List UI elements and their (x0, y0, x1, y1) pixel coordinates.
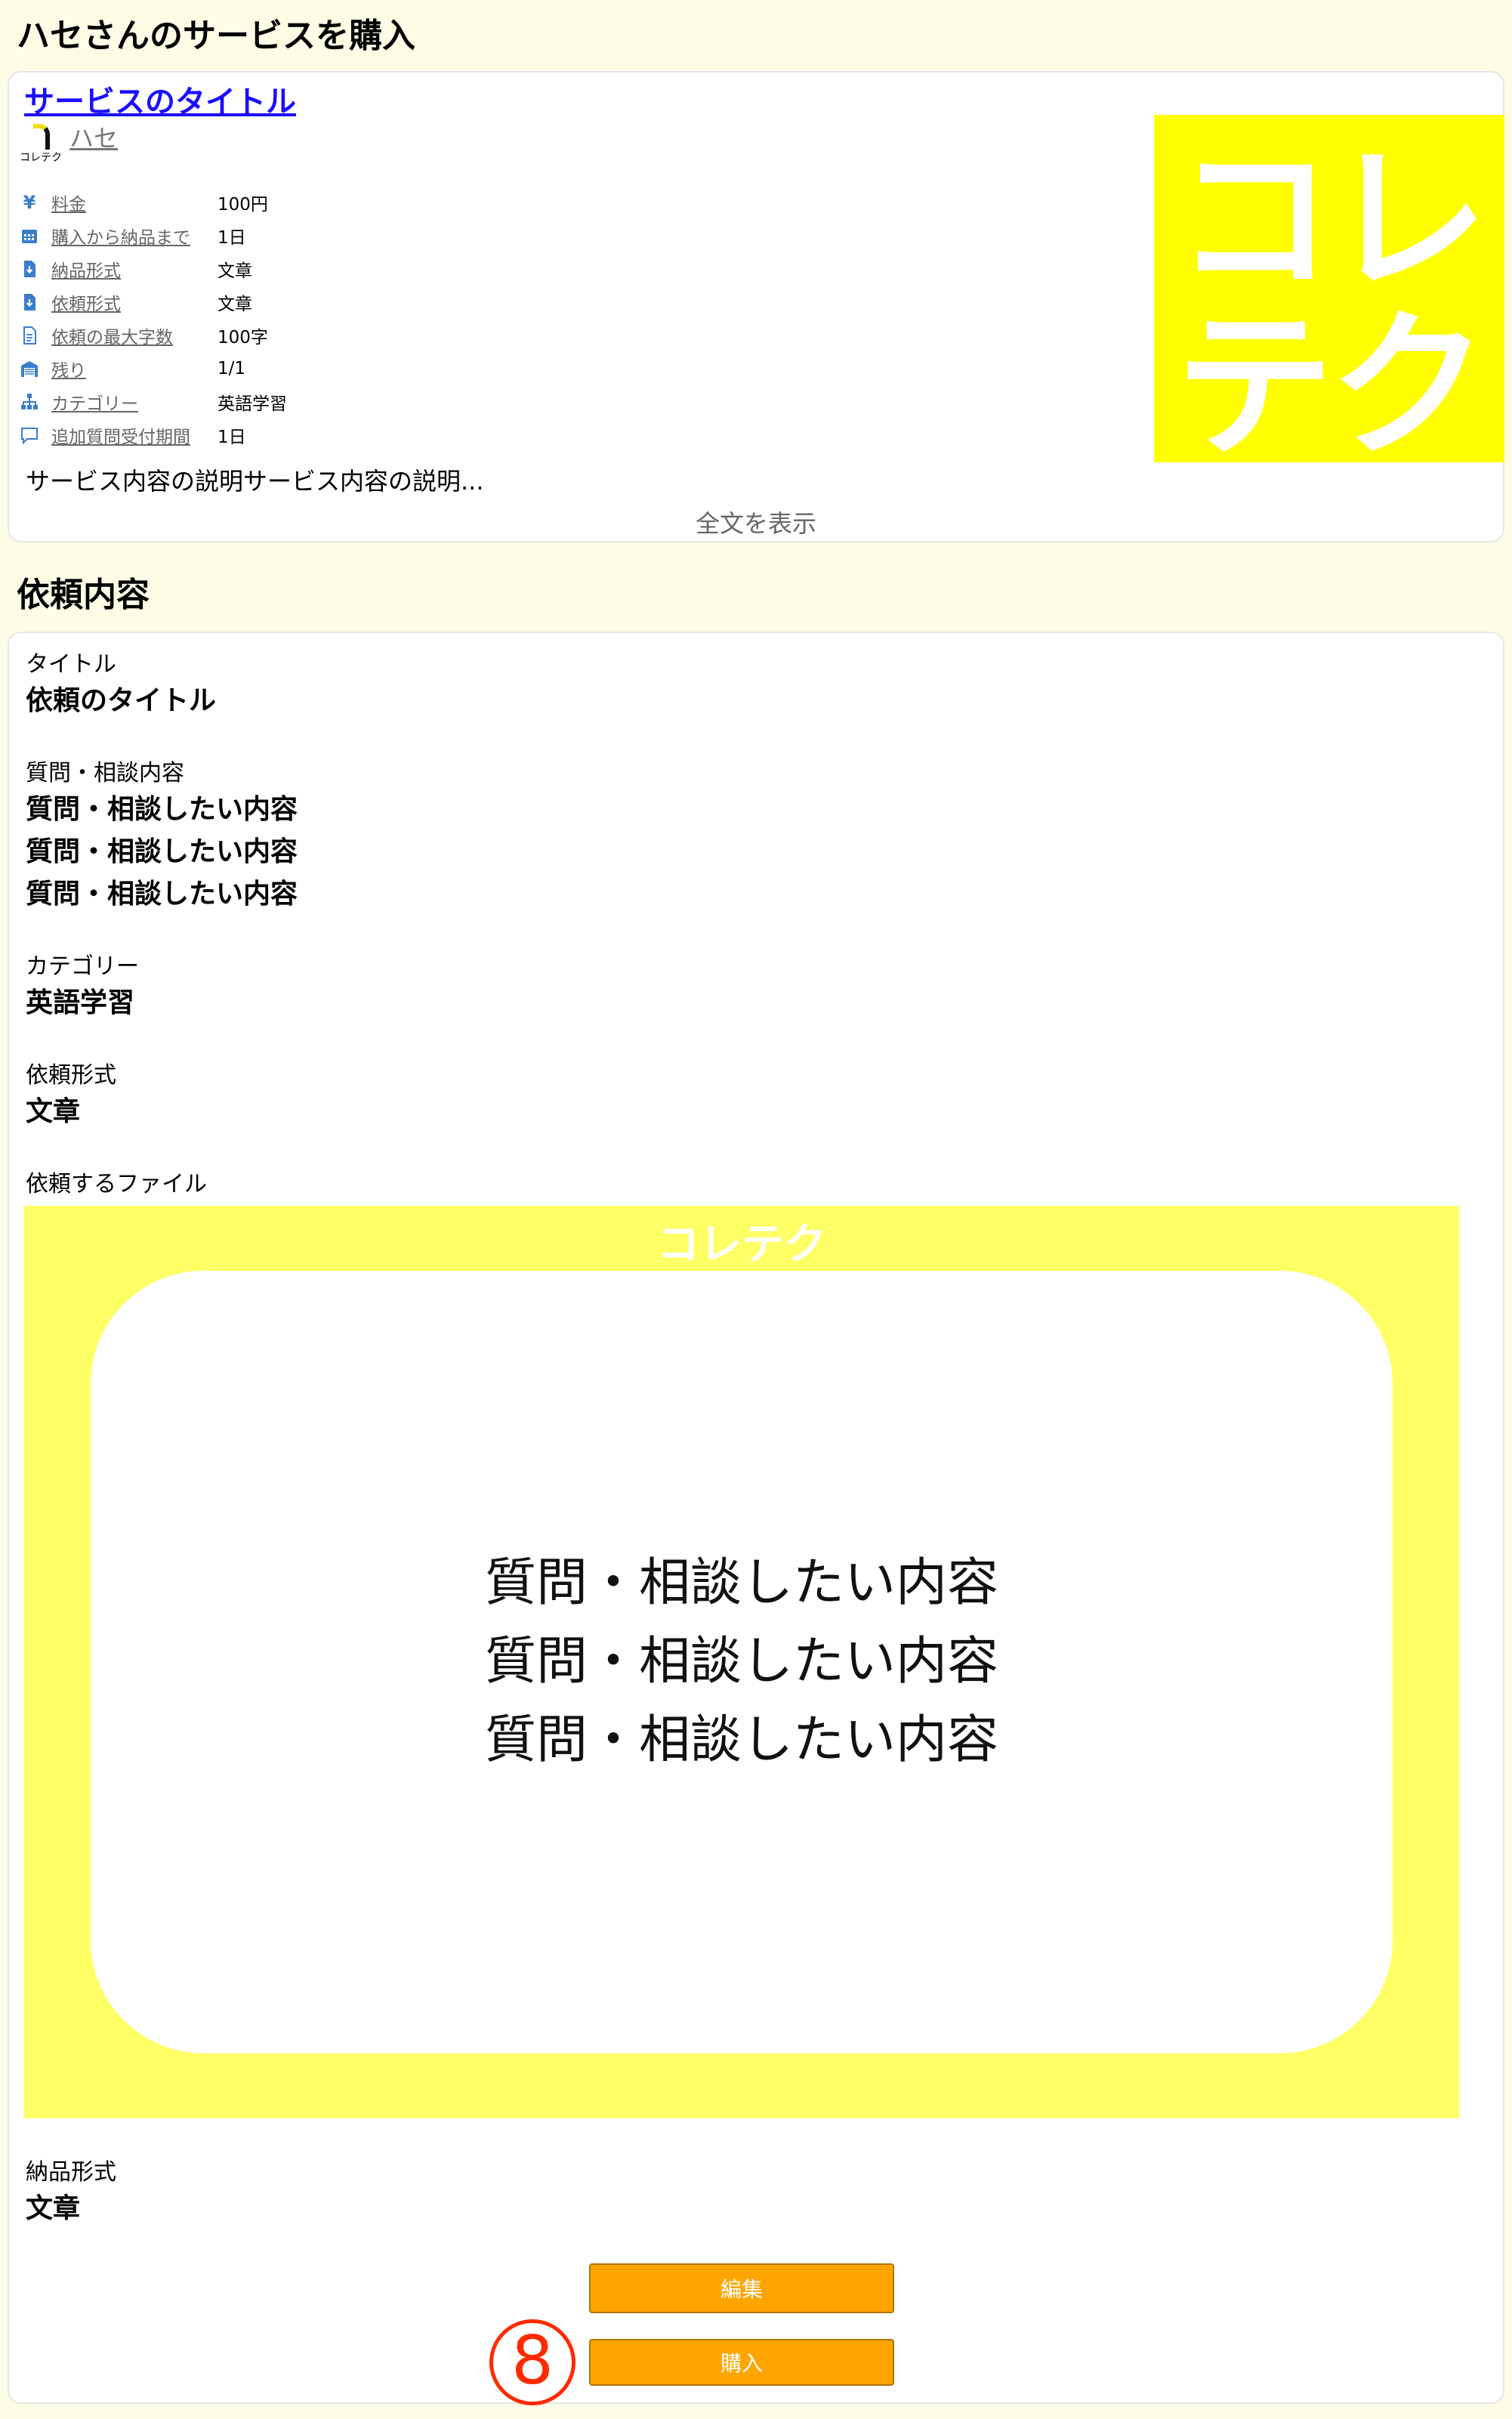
request-content-line: 質問・相談したい内容 (26, 836, 298, 867)
request-file-image[interactable]: コレテク 質問・相談したい内容 質問・相談したい内容 質問・相談したい内容 (24, 1206, 1459, 2118)
request-title-value: 依頼のタイトル (26, 685, 217, 716)
file-image-line: 質問・相談したい内容 (484, 1632, 998, 1691)
yen-icon: ¥ (23, 192, 36, 213)
spec-label-request-format[interactable]: 依頼形式 (51, 289, 218, 315)
spec-label-max-chars[interactable]: 依頼の最大字数 (51, 323, 218, 348)
request-format-label: 依頼形式 (26, 1062, 116, 1089)
request-content-line: 質問・相談したい内容 (26, 794, 298, 825)
request-title-field: タイトル 依頼のタイトル (26, 650, 216, 722)
request-format-field: 依頼形式 文章 (26, 1061, 116, 1133)
file-image-line: 質問・相談したい内容 (484, 1553, 998, 1613)
spec-row-price: ¥ 料金 100円 (18, 186, 287, 219)
service-specs: ¥ 料金 100円 購入から納品まで 1日 納品形式 文章 依頼形式 文章 依頼… (18, 186, 287, 452)
spec-value-delivery-time: 1日 (218, 228, 246, 248)
spec-label-delivery-time[interactable]: 購入から納品まで (51, 223, 218, 249)
thumbnail-text-line1: コレ (1174, 128, 1488, 313)
request-title-label: タイトル (26, 651, 116, 678)
spec-row-delivery-time: 購入から納品まで 1日 (18, 219, 287, 252)
buy-button[interactable]: 購入 (589, 2339, 894, 2386)
delivery-format-field: 納品形式 文章 (26, 2158, 116, 2230)
seller-logo-text: コレテク (20, 152, 62, 164)
page-title: ハセさんのサービスを購入 (17, 17, 415, 55)
warehouse-icon (18, 357, 41, 380)
step-marker: 8 (489, 2319, 575, 2405)
request-file-field: 依頼するファイル (26, 1169, 207, 1200)
spec-label-category[interactable]: カテゴリー (51, 389, 218, 415)
spec-label-followup-period[interactable]: 追加質問受付期間 (51, 422, 218, 448)
spec-row-remaining: 残り 1/1 (18, 352, 287, 385)
spec-value-max-chars: 100字 (218, 328, 268, 348)
file-download-icon (18, 291, 41, 314)
spec-value-category: 英語学習 (218, 394, 287, 414)
service-title-link[interactable]: サービスのタイトル (24, 77, 296, 121)
request-heading: 依頼内容 (17, 576, 150, 614)
request-file-label: 依頼するファイル (26, 1171, 207, 1197)
spec-row-delivery-format: 納品形式 文章 (18, 252, 287, 286)
comment-icon (18, 424, 41, 446)
request-format-value: 文章 (26, 1096, 81, 1127)
spec-value-request-format: 文章 (218, 295, 252, 314)
file-text-icon (18, 324, 41, 347)
spec-row-followup-period: 追加質問受付期間 1日 (18, 419, 287, 452)
spec-label-remaining[interactable]: 残り (51, 356, 218, 382)
file-download-icon (18, 258, 41, 280)
spec-row-request-format: 依頼形式 文章 (18, 286, 287, 319)
edit-button[interactable]: 編集 (589, 2263, 894, 2313)
file-image-brand: コレテク (657, 1220, 826, 1269)
request-category-field: カテゴリー 英語学習 (26, 952, 139, 1024)
show-all-button[interactable]: 全文を表示 (9, 505, 1503, 539)
spec-value-followup-period: 1日 (218, 428, 246, 447)
service-description: サービス内容の説明サービス内容の説明... (26, 467, 484, 496)
seller-avatar[interactable]: コレテク (20, 124, 62, 166)
request-card: タイトル 依頼のタイトル 質問・相談内容 質問・相談したい内容 質問・相談したい… (8, 632, 1504, 2405)
spec-row-category: カテゴリー 英語学習 (18, 385, 287, 419)
file-image-line: 質問・相談したい内容 (484, 1710, 998, 1770)
delivery-format-value: 文章 (26, 2193, 81, 2224)
sitemap-icon (18, 391, 41, 413)
spec-value-delivery-format: 文章 (218, 261, 252, 281)
request-content-label: 質問・相談内容 (26, 760, 184, 786)
request-content-field: 質問・相談内容 質問・相談したい内容 質問・相談したい内容 質問・相談したい内容 (26, 758, 298, 916)
request-category-label: カテゴリー (26, 953, 139, 980)
thumbnail-logo-text: コレ テク (1154, 128, 1504, 463)
seller-name-link[interactable]: ハセ (69, 119, 118, 154)
service-thumbnail: コレ テク (1154, 115, 1504, 462)
spec-label-delivery-format[interactable]: 納品形式 (51, 256, 218, 282)
spec-label-price[interactable]: 料金 (51, 190, 218, 215)
request-category-value: 英語学習 (26, 987, 135, 1018)
logo-mark-icon (33, 124, 50, 150)
thumbnail-text-line2: テク (1174, 294, 1488, 463)
spec-value-price: 100円 (218, 195, 268, 215)
service-card: サービスのタイトル コレテク ハセ ¥ 料金 100円 購入から納品まで 1日 … (8, 71, 1504, 542)
calendar-icon (18, 224, 41, 247)
spec-row-max-chars: 依頼の最大字数 100字 (18, 319, 287, 352)
file-image-content: 質問・相談したい内容 質問・相談したい内容 質問・相談したい内容 (91, 1271, 1393, 2053)
delivery-format-label: 納品形式 (26, 2159, 116, 2186)
spec-value-remaining: 1/1 (218, 359, 246, 378)
request-content-line: 質問・相談したい内容 (26, 879, 298, 910)
